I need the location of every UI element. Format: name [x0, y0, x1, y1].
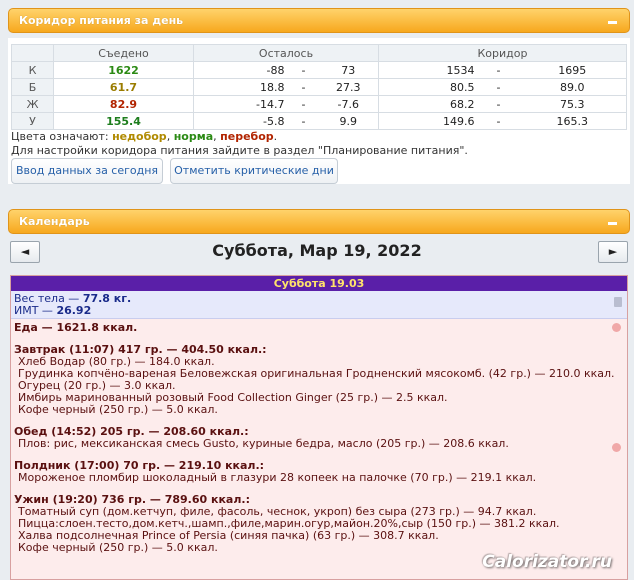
table-header-empty: [11, 44, 54, 62]
row-label: К: [11, 61, 54, 79]
table-header-left: Осталось: [193, 44, 379, 62]
mark-critical-days-button[interactable]: Отметить критические дни: [170, 158, 338, 184]
legend-norm: норма: [173, 130, 214, 143]
corridor-max: 89.0: [518, 78, 627, 96]
table-row: У 155.4 -5.8 - 9.9 149.6 - 165.3: [11, 112, 627, 130]
legend-comma: ,: [213, 130, 217, 143]
minimize-icon[interactable]: [608, 222, 617, 225]
bmi-line: ИМТ — 26.92: [14, 305, 624, 317]
left-min: -5.8: [193, 112, 289, 130]
bmi-value: 26.92: [56, 304, 92, 317]
list-item: Кофе черный (250 гр.) — 5.0 ккал.: [18, 403, 218, 416]
dash: -: [478, 112, 519, 130]
row-label: Б: [11, 78, 54, 96]
dash: -: [288, 78, 319, 96]
left-max: 73: [318, 61, 379, 79]
calendar-panel-title: Календарь: [19, 215, 90, 228]
eaten-value: 82.9: [53, 95, 194, 113]
day-diary: Суббота 19.03 Вес тела — 77.8 кг. ИМТ — …: [10, 275, 628, 580]
corridor-min: 68.2: [378, 95, 479, 113]
corridor-hint: Для настройки коридора питания зайдите в…: [11, 144, 468, 157]
corridor-min: 149.6: [378, 112, 479, 130]
corridor-min: 80.5: [378, 78, 479, 96]
legend-dot: .: [273, 130, 278, 143]
minimize-icon[interactable]: [608, 21, 617, 24]
dash: -: [288, 112, 319, 130]
left-max: 27.3: [318, 78, 379, 96]
table-row: Б 61.7 18.8 - 27.3 80.5 - 89.0: [11, 78, 627, 96]
food-block: Еда — 1621.8 ккал. Завтрак (11:07) 417 г…: [11, 319, 627, 557]
eaten-value: 61.7: [53, 78, 194, 96]
left-min: -88: [193, 61, 289, 79]
watermark-logo: Calorizator.ru: [482, 552, 612, 572]
corridor-max: 1695: [518, 61, 627, 79]
left-min: 18.8: [193, 78, 289, 96]
table-row: Ж 82.9 -14.7 - -7.6 68.2 - 75.3: [11, 95, 627, 113]
left-min: -14.7: [193, 95, 289, 113]
dash: -: [478, 61, 519, 79]
dash: -: [288, 95, 319, 113]
dash: -: [288, 61, 319, 79]
weight-line: Вес тела — 77.8 кг.: [14, 293, 624, 305]
food-total: Еда — 1621.8 ккал.: [14, 321, 138, 334]
corridor-panel-header[interactable]: Коридор питания за день: [8, 8, 630, 33]
list-item: Плов: рис, мексиканская смесь Gusto, кур…: [18, 437, 509, 450]
prev-day-button[interactable]: ◄: [10, 241, 40, 263]
nutrition-corridor-table: Съедено Осталось Коридор К 1622 -88 - 73…: [11, 44, 627, 130]
dash: -: [478, 78, 519, 96]
next-day-button[interactable]: ►: [598, 241, 628, 263]
corridor-max: 75.3: [518, 95, 627, 113]
day-header: Суббота 19.03: [11, 276, 627, 291]
corridor-max: 165.3: [518, 112, 627, 130]
corridor-panel-title: Коридор питания за день: [19, 14, 184, 27]
row-label: Ж: [11, 95, 54, 113]
calendar-panel-header[interactable]: Календарь: [8, 209, 630, 234]
legend-comma: ,: [166, 130, 171, 143]
legend-over: перебор: [220, 130, 274, 143]
color-legend: Цвета означают: недобор, норма, перебор.: [11, 130, 277, 143]
pin-icon[interactable]: [612, 443, 621, 452]
pin-icon[interactable]: [612, 323, 621, 332]
table-row: К 1622 -88 - 73 1534 - 1695: [11, 61, 627, 79]
bmi-label: ИМТ —: [14, 304, 57, 317]
eaten-value: 155.4: [53, 112, 194, 130]
table-header-eaten: Съедено: [53, 44, 194, 62]
dash: -: [478, 95, 519, 113]
legend-under: недобор: [112, 130, 167, 143]
enter-today-button[interactable]: Ввод данных за сегодня: [11, 158, 163, 184]
table-header-corridor: Коридор: [378, 44, 627, 62]
row-label: У: [11, 112, 54, 130]
left-max: 9.9: [318, 112, 379, 130]
calendar-date-title: Суббота, Мар 19, 2022: [212, 241, 422, 260]
list-item: Мороженое пломбир шоколадный в глазури 2…: [18, 471, 537, 484]
corridor-min: 1534: [378, 61, 479, 79]
eaten-value: 1622: [53, 61, 194, 79]
legend-prefix: Цвета означают:: [11, 130, 109, 143]
trash-icon[interactable]: [614, 297, 622, 307]
left-max: -7.6: [318, 95, 379, 113]
body-measurements: Вес тела — 77.8 кг. ИМТ — 26.92: [11, 291, 627, 319]
